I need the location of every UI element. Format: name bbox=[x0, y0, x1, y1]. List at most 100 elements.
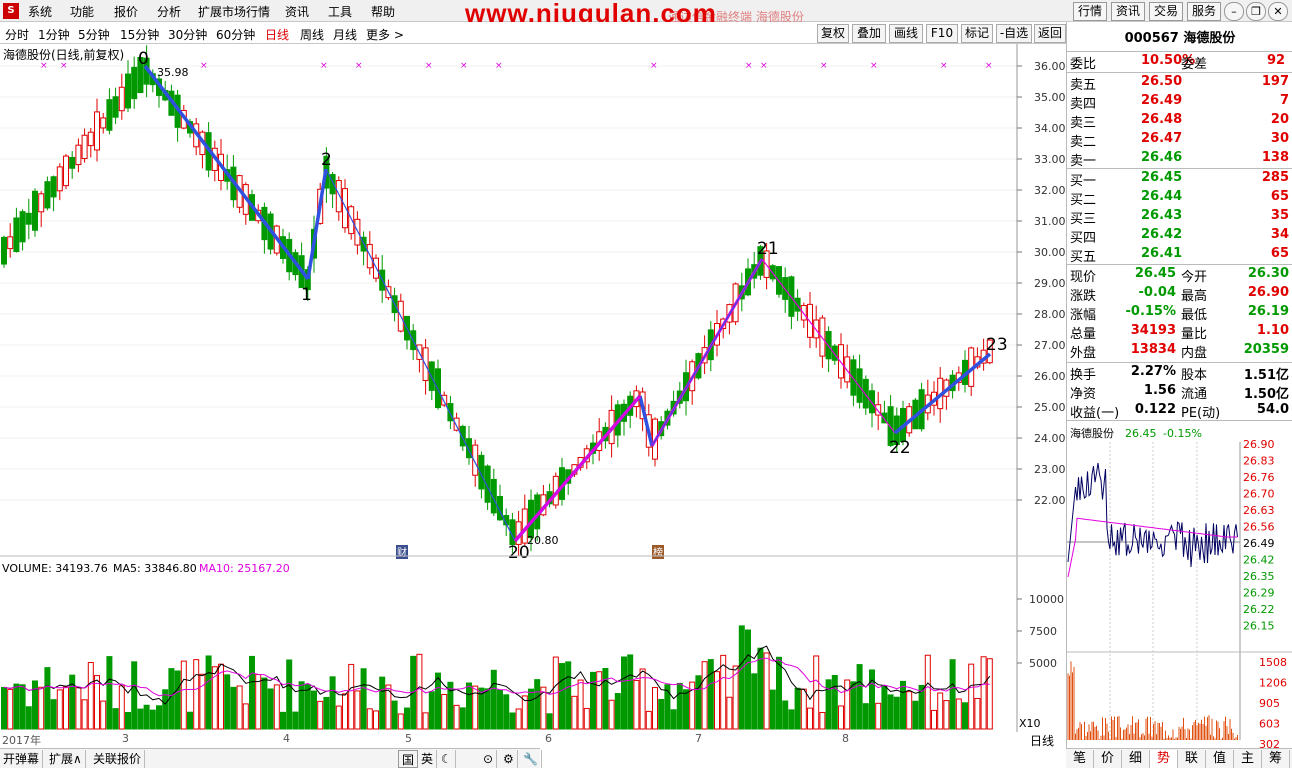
top-button-trade[interactable]: 交易 bbox=[1149, 2, 1183, 21]
volume-bar bbox=[844, 679, 851, 730]
quote-row[interactable]: 买三 26.43 35 bbox=[1067, 208, 1292, 227]
stat-value: 26.45 bbox=[1134, 266, 1176, 281]
intraday-mini-chart[interactable]: 26.90 26.83 26.76 26.70 26.63 26.56 26.49 26.42… bbox=[1067, 422, 1292, 748]
danmaku-button[interactable]: 开弹幕 bbox=[0, 750, 44, 768]
period-monthly[interactable]: 月线 bbox=[333, 26, 357, 43]
menu-item-extended-market[interactable]: 扩展市场行情 bbox=[198, 3, 270, 20]
menu-item-system[interactable]: 系统 bbox=[28, 3, 52, 20]
panel-tab[interactable]: 筹 bbox=[1262, 750, 1290, 768]
volume-bar bbox=[205, 655, 212, 730]
fin-label: 净资 bbox=[1070, 387, 1097, 402]
stat-label: 最高 bbox=[1181, 289, 1208, 304]
volume-bar bbox=[534, 679, 541, 730]
volume-bar bbox=[800, 688, 807, 730]
related-quote-button[interactable]: 关联报价 bbox=[90, 750, 146, 768]
top-button-service[interactable]: 服务 bbox=[1187, 2, 1221, 21]
quote-label: 买三 bbox=[1070, 212, 1097, 227]
period-60min[interactable]: 60分钟 bbox=[216, 26, 255, 43]
panel-tab[interactable]: 细 bbox=[1122, 750, 1150, 768]
circle-icon[interactable]: ⊙ bbox=[480, 750, 498, 768]
panel-tab[interactable]: 势 bbox=[1150, 750, 1178, 768]
quote-row[interactable]: 卖五 26.50 197 bbox=[1067, 74, 1292, 93]
signal-marker: × bbox=[355, 61, 363, 71]
tool-watchlist-button[interactable]: -自选 bbox=[996, 24, 1032, 43]
volume-bar bbox=[199, 673, 206, 730]
period-5min[interactable]: 5分钟 bbox=[78, 26, 110, 43]
signal-marker: × bbox=[940, 61, 948, 71]
stat-label: 量比 bbox=[1181, 327, 1208, 342]
app-logo-icon[interactable]: S bbox=[3, 3, 19, 19]
volume-bar bbox=[56, 689, 63, 730]
quote-row[interactable]: 卖四 26.49 7 bbox=[1067, 93, 1292, 112]
price-tick-label: 31.00 bbox=[1034, 215, 1066, 228]
quote-row[interactable]: 买一 26.45 285 bbox=[1067, 170, 1292, 189]
quote-row[interactable]: 卖一 26.46 138 bbox=[1067, 150, 1292, 169]
mini-price-tick: 26.83 bbox=[1243, 455, 1275, 468]
wrench-icon[interactable]: 🔧 bbox=[520, 750, 542, 768]
period-more[interactable]: 更多 > bbox=[366, 26, 404, 43]
menu-item-function[interactable]: 功能 bbox=[70, 3, 94, 20]
menu-item-analysis[interactable]: 分析 bbox=[157, 3, 181, 20]
top-button-market[interactable]: 行情 bbox=[1073, 2, 1107, 21]
menu-item-help[interactable]: 帮助 bbox=[371, 3, 395, 20]
period-tag[interactable]: 日线 bbox=[1030, 732, 1054, 749]
volume-bar bbox=[422, 712, 429, 730]
quote-row[interactable]: 卖三 26.48 20 bbox=[1067, 112, 1292, 131]
kline-chart[interactable]: × × × × × × × × × × × × × × × 海德股份(日线,前复权) 35.98 20.80… bbox=[0, 44, 1066, 732]
candle-body bbox=[94, 111, 100, 151]
panel-tab[interactable]: 值 bbox=[1206, 750, 1234, 768]
panel-tab[interactable]: 笔 bbox=[1066, 750, 1094, 768]
fin-row: 换手 2.27% 股本 1.51亿 bbox=[1067, 364, 1292, 383]
panel-tab[interactable]: 联 bbox=[1178, 750, 1206, 768]
minimize-icon[interactable]: – bbox=[1224, 2, 1244, 21]
menu-bar: S 系统 功能 报价 分析 扩展市场行情 资讯 工具 帮助 通达信金融终端 海德… bbox=[0, 0, 1292, 28]
panel-tab[interactable]: 主 bbox=[1234, 750, 1262, 768]
restore-icon[interactable]: ❐ bbox=[1246, 2, 1266, 21]
panel-tab[interactable]: 价 bbox=[1094, 750, 1122, 768]
extend-button[interactable]: 扩展∧ bbox=[46, 750, 86, 768]
volume-bar bbox=[249, 655, 255, 730]
guo-icon[interactable]: 国 bbox=[398, 750, 419, 768]
quote-row[interactable]: 卖二 26.47 30 bbox=[1067, 131, 1292, 150]
weicha-value: 92 bbox=[1267, 53, 1286, 68]
volume-bar bbox=[738, 625, 745, 730]
volume-bar bbox=[627, 654, 634, 730]
mini-price-tick: 26.42 bbox=[1243, 554, 1275, 567]
period-15min[interactable]: 15分钟 bbox=[120, 26, 159, 43]
menu-item-tools[interactable]: 工具 bbox=[328, 3, 352, 20]
period-weekly[interactable]: 周线 bbox=[300, 26, 324, 43]
tool-overlay-button[interactable]: 叠加 bbox=[852, 24, 886, 43]
volume-bar bbox=[602, 667, 609, 730]
quote-row[interactable]: 买五 26.41 65 bbox=[1067, 246, 1292, 265]
english-icon[interactable]: 英 bbox=[418, 750, 438, 768]
quote-volume: 138 bbox=[1261, 150, 1289, 165]
gear-icon[interactable]: ⚙ bbox=[500, 750, 518, 768]
moon-icon[interactable]: ☾ bbox=[438, 750, 456, 768]
tool-draw-button[interactable]: 画线 bbox=[889, 24, 923, 43]
quote-row[interactable]: 买四 26.42 34 bbox=[1067, 227, 1292, 246]
quote-row[interactable]: 买二 26.44 65 bbox=[1067, 189, 1292, 208]
top-button-news[interactable]: 资讯 bbox=[1111, 2, 1145, 21]
period-intraday[interactable]: 分时 bbox=[5, 26, 29, 43]
menu-item-news[interactable]: 资讯 bbox=[285, 3, 309, 20]
close-icon[interactable]: ✕ bbox=[1268, 2, 1288, 21]
menu-item-quote[interactable]: 报价 bbox=[114, 3, 138, 20]
volume-bar bbox=[7, 688, 14, 730]
stat-row: 涨跌 -0.04 最高 26.90 bbox=[1067, 285, 1292, 304]
volume-unit: X10 bbox=[1019, 717, 1041, 730]
period-daily[interactable]: 日线 bbox=[265, 26, 289, 43]
candle-body bbox=[56, 166, 63, 192]
volume-bar bbox=[317, 700, 324, 730]
volume-bar bbox=[118, 685, 125, 730]
volume-bar bbox=[187, 711, 193, 730]
wave-label-20: 20 bbox=[508, 543, 530, 563]
tool-mark-button[interactable]: 标记 bbox=[961, 24, 993, 43]
tool-back-button[interactable]: 返回 bbox=[1034, 24, 1066, 43]
tool-f10-button[interactable]: F10 bbox=[926, 24, 958, 43]
volume-bar bbox=[794, 687, 801, 730]
period-1min[interactable]: 1分钟 bbox=[38, 26, 70, 43]
price-tick-label: 22.00 bbox=[1034, 494, 1066, 507]
tool-adjust-button[interactable]: 复权 bbox=[817, 24, 849, 43]
candle-body bbox=[850, 359, 857, 396]
period-30min[interactable]: 30分钟 bbox=[168, 26, 207, 43]
